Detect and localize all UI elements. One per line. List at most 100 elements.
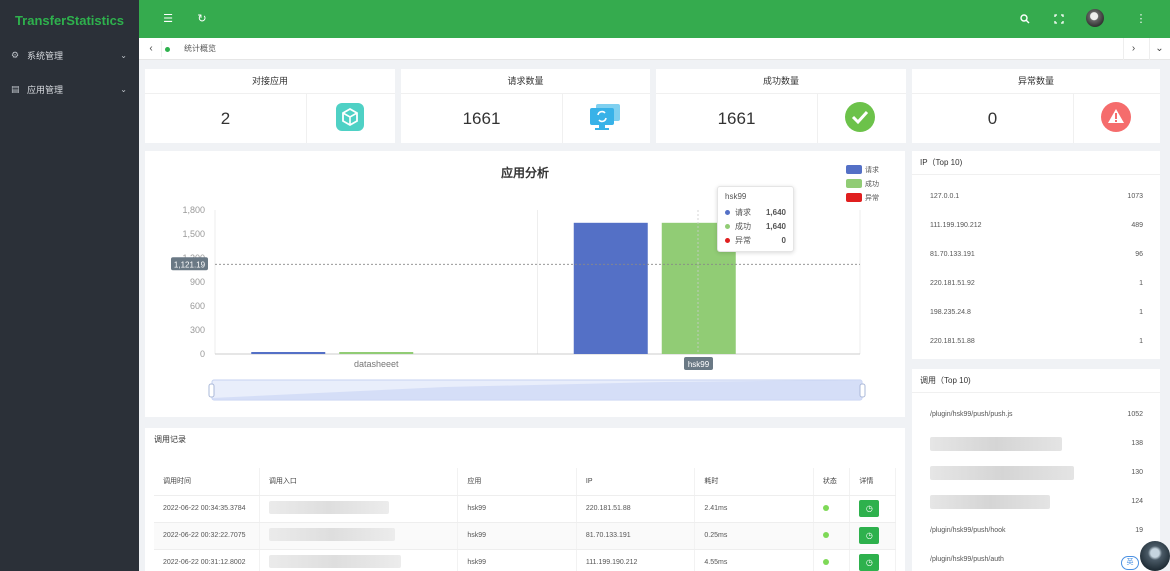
y-tick-label: 300 — [190, 325, 205, 335]
stat-card-requests: 请求数量 1661 — [401, 69, 650, 143]
col-header[interactable]: 详情 — [849, 468, 896, 496]
x-tick-label: datasheeet — [354, 359, 399, 369]
search-button[interactable] — [1012, 0, 1038, 38]
chevron-down-icon: ⌄ — [120, 84, 127, 94]
list-item[interactable]: 220.181.51.88 1 — [912, 328, 1160, 356]
stat-value: 2 — [145, 94, 307, 143]
cost-cell: 2.41ms — [694, 495, 814, 523]
redacted-text — [268, 555, 401, 568]
col-header[interactable]: 耗时 — [694, 468, 814, 496]
list-item-label — [930, 488, 1050, 516]
list-item-label — [930, 459, 1074, 487]
list-item-label: 198.235.24.8 — [930, 309, 971, 316]
zoom-handle-left[interactable] — [208, 383, 215, 398]
active-dot-icon — [165, 47, 170, 52]
tooltip-marker — [725, 237, 730, 243]
floating-avatar[interactable] — [1140, 541, 1170, 571]
col-header[interactable]: 调用入口 — [259, 468, 459, 496]
col-header[interactable]: 调用时间 — [154, 468, 260, 496]
col-header[interactable]: 状态 — [813, 468, 851, 496]
more-vertical-icon: ⋮ — [1135, 13, 1147, 25]
list-item-count: 138 — [1131, 440, 1143, 447]
sidebar-item-label: 系统管理 — [27, 50, 64, 61]
user-avatar[interactable] — [1086, 9, 1104, 27]
bar-datasheeet-1[interactable] — [339, 352, 414, 354]
refresh-icon: ↻ — [197, 13, 207, 25]
sidebar: TransferStatistics ⚙ 系统管理 ⌄ ▤ 应用管理 ⌄ — [0, 0, 139, 571]
redacted-text — [268, 501, 389, 514]
list-item-count: 489 — [1131, 222, 1143, 229]
bar-hsk99-0[interactable] — [573, 222, 648, 354]
tooltip-row: 异常 0 — [725, 233, 786, 247]
col-header[interactable]: IP — [576, 468, 696, 496]
chevron-down-icon: ⌄ — [120, 50, 127, 60]
stat-card-errors: 异常数量 0 — [912, 69, 1160, 143]
tooltip-row: 请求 1,640 — [725, 205, 786, 219]
col-header[interactable]: 应用 — [457, 468, 577, 496]
table-row[interactable]: 2022-06-22 00:32:22.7075 hsk99 81.70.133.1… — [154, 522, 896, 550]
hamburger-icon: ☰ — [163, 13, 173, 25]
tooltip-title: hsk99 — [725, 192, 747, 201]
zoom-handle-right[interactable] — [859, 383, 866, 398]
cost-cell: 0.25ms — [694, 522, 814, 550]
app-cell: hsk99 — [457, 522, 577, 550]
list-item[interactable]: 138 — [912, 430, 1160, 458]
tab-overview[interactable]: 统计概览 — [161, 41, 224, 57]
ime-badge[interactable]: 英 — [1121, 556, 1139, 570]
tooltip-row-label: 成功 — [735, 221, 751, 231]
detail-button[interactable]: ◷ — [859, 527, 880, 544]
gear-icon: ⚙ — [11, 49, 20, 60]
list-item[interactable]: 124 — [912, 488, 1160, 516]
sidebar-item-label: 应用管理 — [27, 84, 64, 95]
list-item[interactable]: 111.199.190.212 489 — [912, 212, 1160, 240]
menu-toggle-button[interactable]: ☰ — [155, 0, 181, 38]
stat-card-apps: 对接应用 2 — [145, 69, 395, 143]
stat-card-success: 成功数量 1661 — [656, 69, 906, 143]
tooltip-row-label: 异常 — [735, 235, 751, 245]
stat-title: 对接应用 — [145, 69, 395, 94]
bar-datasheeet-0[interactable] — [251, 352, 326, 354]
tooltip-marker — [725, 209, 730, 215]
tab-scroll-left-button[interactable]: ‹ — [141, 38, 161, 60]
list-item[interactable]: /plugin/hsk99/push/hook 19 — [912, 517, 1160, 545]
tab-menu-button[interactable]: ⌄ — [1149, 38, 1169, 60]
status-ok-icon — [822, 558, 829, 565]
warning-icon — [1101, 102, 1131, 132]
detail-button[interactable]: ◷ — [859, 500, 880, 517]
list-item-label: 127.0.0.1 — [930, 193, 960, 200]
ip-cell: 81.70.133.191 — [576, 522, 696, 550]
call-top-card: 调用（Top 10) /plugin/hsk99/push/push.js 105… — [912, 369, 1160, 571]
app-cell: hsk99 — [457, 549, 577, 571]
stat-value: 1661 — [656, 94, 818, 143]
chevron-left-icon: ‹ — [149, 43, 153, 54]
detail-button[interactable]: ◷ — [859, 554, 880, 571]
stat-title: 成功数量 — [656, 69, 906, 94]
y-tick-label: 600 — [190, 301, 205, 311]
refresh-button[interactable]: ↻ — [189, 0, 215, 38]
fullscreen-button[interactable] — [1046, 0, 1072, 38]
list-item[interactable]: 81.70.133.191 96 — [912, 241, 1160, 269]
list-item-count: 1052 — [1127, 411, 1143, 418]
cube-icon — [336, 103, 364, 131]
table-row[interactable]: 2022-06-22 00:34:35.3784 hsk99 220.181.51.… — [154, 495, 896, 523]
table-row[interactable]: 2022-06-22 00:31:12.8002 hsk99 111.199.190… — [154, 549, 896, 571]
more-button[interactable]: ⋮ — [1128, 0, 1154, 38]
sidebar-item-system[interactable]: ⚙ 系统管理 ⌄ — [0, 38, 139, 72]
entry-cell — [259, 522, 459, 550]
list-item[interactable]: 198.235.24.8 1 — [912, 299, 1160, 327]
tooltip-row-value: 1,640 — [765, 221, 786, 231]
chart-tooltip: hsk99 请求 1,640 成功 1,640 异常 0 — [717, 186, 794, 252]
list-item[interactable]: 130 — [912, 459, 1160, 487]
chevron-down-icon: ⌄ — [1155, 43, 1164, 54]
search-icon — [1020, 14, 1030, 24]
list-item[interactable]: /plugin/hsk99/push/push.js 1052 — [912, 401, 1160, 429]
cost-cell: 4.55ms — [694, 549, 814, 571]
y-tick-label: 0 — [200, 349, 205, 359]
tab-scroll-right-button[interactable]: › — [1123, 38, 1143, 60]
chevron-right-icon: › — [1131, 43, 1136, 54]
list-item-count: 1 — [1139, 280, 1143, 287]
sidebar-item-apps[interactable]: ▤ 应用管理 ⌄ — [0, 72, 139, 106]
list-item[interactable]: 127.0.0.1 1073 — [912, 183, 1160, 211]
list-item[interactable]: 220.181.51.92 1 — [912, 270, 1160, 298]
app-cell: hsk99 — [457, 495, 577, 523]
